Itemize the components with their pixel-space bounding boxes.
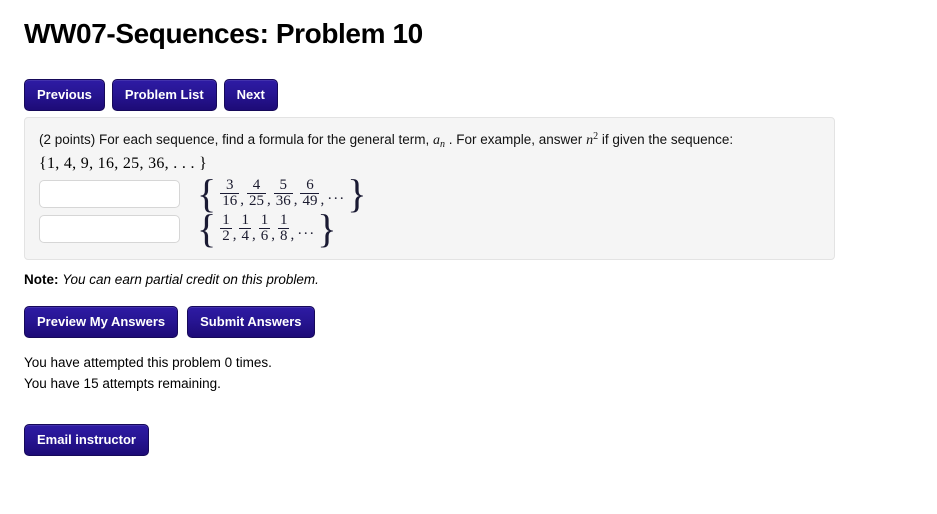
fraction-numerator: 5	[279, 176, 287, 193]
submit-answers-button[interactable]: Submit Answers	[187, 306, 315, 338]
example-answer-base: n	[586, 133, 594, 148]
fraction-term: 3 16	[220, 176, 240, 210]
fraction-term: 1 6	[258, 211, 271, 245]
fraction-denominator: 4	[239, 228, 251, 245]
attempts-used-line: You have attempted this problem 0 times.	[24, 355, 272, 370]
fraction-term: 4 25	[246, 176, 266, 210]
attempts-info: You have attempted this problem 0 times.…	[24, 353, 272, 395]
close-brace: }	[347, 171, 367, 216]
action-button-row: Preview My Answers Submit Answers	[24, 306, 315, 338]
term-separator: ,	[232, 226, 237, 243]
email-instructor-button[interactable]: Email instructor	[24, 424, 149, 456]
fraction-denominator: 25	[246, 193, 266, 210]
term-separator: ,	[240, 191, 244, 208]
example-answer-exponent: 2	[593, 131, 599, 142]
sequence-expression-1: { 3 16 , 4 25 , 5 36 , 6 49 , ··· }	[197, 171, 367, 216]
fraction-numerator: 4	[252, 176, 261, 193]
fraction-denominator: 2	[220, 228, 232, 245]
problem-panel: (2 points) For each sequence, find a for…	[24, 117, 835, 260]
note-body: You can earn partial credit on this prob…	[62, 272, 319, 287]
general-term-base: a	[432, 133, 440, 148]
attempts-remaining-line: You have 15 attempts remaining.	[24, 375, 221, 391]
example-answer-expression: n2	[586, 131, 599, 148]
fraction-term: 6 49	[300, 176, 320, 210]
fraction-denominator: 16	[220, 193, 240, 210]
term-separator: ,	[293, 191, 298, 208]
previous-button[interactable]: Previous	[24, 79, 105, 111]
fraction-term: 1 8	[277, 211, 290, 245]
general-term-subscript: n	[439, 139, 445, 150]
term-separator: ,	[271, 226, 275, 243]
open-brace: {	[197, 206, 217, 252]
partial-credit-note: Note: You can earn partial credit on thi…	[24, 272, 319, 287]
problem-statement: (2 points) For each sequence, find a for…	[39, 130, 820, 153]
fraction-denominator: 36	[273, 193, 293, 210]
term-separator: ,	[266, 191, 271, 208]
page-title: WW07-Sequences: Problem 10	[24, 18, 423, 49]
term-separator: ,	[290, 226, 295, 243]
fraction-numerator: 1	[260, 211, 269, 228]
example-sequence: {1, 4, 9, 16, 25, 36, . . . }	[39, 154, 208, 172]
open-brace: {	[197, 171, 217, 216]
fraction-denominator: 8	[277, 228, 290, 245]
answer-input-2[interactable]	[39, 214, 180, 243]
next-button[interactable]: Next	[223, 79, 278, 111]
sequence-expression-2: { 1 2 , 1 4 , 1 6 , 1 8 , ··· }	[197, 206, 337, 252]
fraction-term: 1 2	[220, 211, 232, 245]
fraction-numerator: 1	[241, 211, 249, 228]
fraction-numerator: 1	[279, 211, 288, 228]
problem-statement-tail: if given the sequence:	[601, 132, 734, 147]
fraction-term: 5 36	[273, 176, 293, 210]
general-term-symbol: an	[432, 133, 445, 150]
preview-my-answers-button[interactable]: Preview My Answers	[24, 306, 179, 338]
problem-statement-mid: . For example, answer	[448, 132, 583, 147]
fraction-numerator: 6	[306, 176, 314, 193]
note-label: Note:	[24, 272, 59, 287]
fraction-numerator: 3	[225, 176, 234, 193]
answer-row: { 1 2 , 1 4 , 1 6 , 1 8 , ··· }	[39, 206, 820, 252]
fraction-numerator: 1	[222, 211, 230, 228]
answer-input-1[interactable]	[39, 179, 180, 208]
answer-row: { 3 16 , 4 25 , 5 36 , 6 49 , ··· }	[39, 171, 820, 216]
problem-statement-prefix: (2 points) For each sequence, find a for…	[39, 132, 430, 147]
fraction-denominator: 6	[258, 228, 271, 245]
fraction-term: 1 4	[239, 211, 251, 245]
term-separator: ,	[251, 226, 256, 243]
ellipsis: ···	[297, 225, 316, 242]
close-brace: }	[317, 206, 337, 252]
email-instructor-row: Email instructor	[24, 424, 149, 456]
problem-list-button[interactable]: Problem List	[111, 79, 217, 111]
navigation-button-row: Previous Problem List Next	[24, 79, 278, 111]
